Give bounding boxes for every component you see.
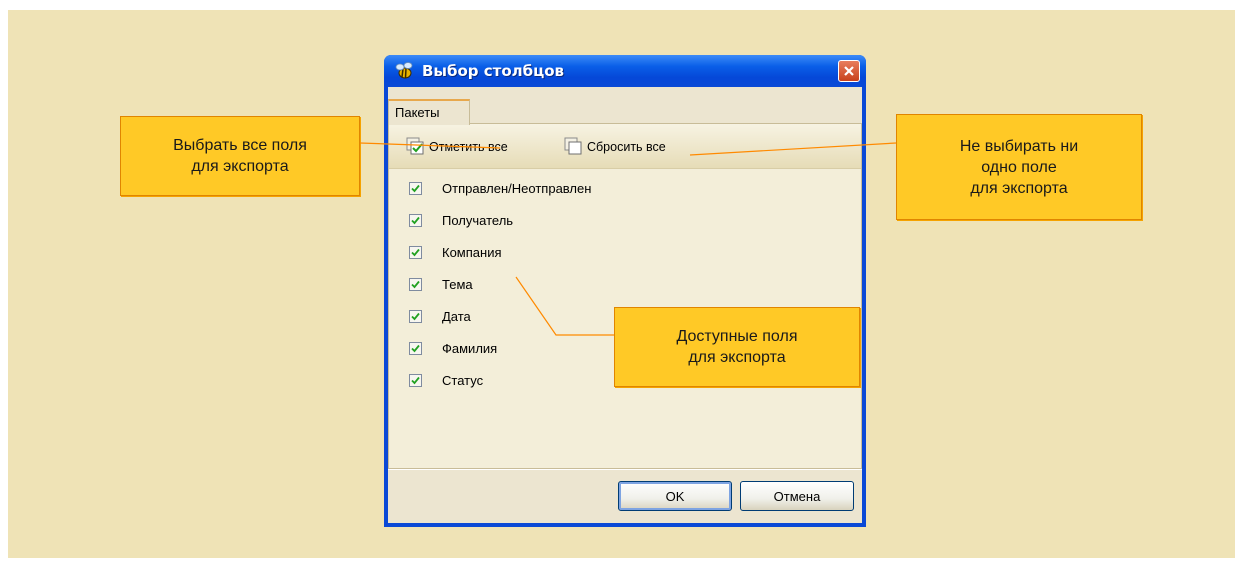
tab-panel: Отметить все Сбросить все Отправлен/Неот… bbox=[388, 123, 862, 469]
callout-reset-all-text: Не выбирать ни одно поле для экспорта bbox=[959, 137, 1079, 197]
callout-available-fields-text: Доступные поля для экспорта bbox=[676, 328, 798, 366]
reset-all-label: Сбросить все bbox=[587, 140, 666, 154]
callout-select-all-text: Выбрать все поля для экспорта bbox=[173, 137, 307, 175]
field-checkbox[interactable] bbox=[409, 213, 422, 227]
checkmark-icon bbox=[411, 280, 420, 288]
tab-packets[interactable]: Пакеты bbox=[388, 99, 470, 125]
field-item[interactable]: Отправлен/Неотправлен bbox=[409, 178, 591, 198]
field-item[interactable]: Статус bbox=[409, 370, 483, 390]
check-all-icon bbox=[406, 137, 424, 155]
checkmark-icon bbox=[411, 184, 420, 192]
field-label: Фамилия bbox=[442, 340, 498, 356]
checkmark-icon bbox=[411, 216, 420, 224]
ok-button[interactable]: OK bbox=[618, 481, 732, 511]
callout-available-fields: Доступные поля для экспорта bbox=[614, 307, 860, 387]
field-checkbox[interactable] bbox=[409, 277, 422, 291]
dialog-client-area: Пакеты Отметить все Сбросить все Отправл… bbox=[388, 87, 862, 523]
field-item[interactable]: Компания bbox=[409, 242, 502, 262]
field-checkbox[interactable] bbox=[409, 245, 422, 259]
field-item[interactable]: Тема bbox=[409, 274, 473, 294]
field-checkbox[interactable] bbox=[409, 373, 422, 387]
field-checkbox[interactable] bbox=[409, 341, 422, 355]
checkmark-icon bbox=[411, 312, 420, 320]
window-title: Выбор столбцов bbox=[422, 62, 565, 80]
select-all-label: Отметить все bbox=[429, 140, 508, 154]
checkmark-icon bbox=[411, 376, 420, 384]
tab-label: Пакеты bbox=[395, 105, 440, 120]
field-checkbox[interactable] bbox=[409, 309, 422, 323]
reset-all-button[interactable]: Сбросить все bbox=[563, 136, 666, 158]
checkmark-icon bbox=[411, 248, 420, 256]
field-item[interactable]: Фамилия bbox=[409, 338, 497, 358]
title-bar[interactable]: Выбор столбцов bbox=[384, 55, 866, 87]
callout-reset-all: Не выбирать ни одно поле для экспорта bbox=[896, 114, 1142, 220]
field-item[interactable]: Дата bbox=[409, 306, 471, 326]
field-item[interactable]: Получатель bbox=[409, 210, 513, 230]
field-label: Отправлен/Неотправлен bbox=[442, 180, 592, 196]
checkmark-icon bbox=[411, 344, 420, 352]
field-checkbox[interactable] bbox=[409, 181, 422, 195]
field-label: Компания bbox=[442, 244, 502, 260]
select-all-button[interactable]: Отметить все bbox=[405, 136, 508, 158]
column-selection-dialog: Выбор столбцов Пакеты Отметить все Сброс… bbox=[384, 55, 866, 527]
field-label: Статус bbox=[442, 372, 484, 388]
cancel-button[interactable]: Отмена bbox=[740, 481, 854, 511]
uncheck-all-icon bbox=[564, 137, 582, 155]
footer-divider bbox=[388, 469, 862, 470]
bee-app-icon bbox=[395, 62, 413, 79]
close-button[interactable] bbox=[838, 60, 860, 82]
callout-select-all: Выбрать все поля для экспорта bbox=[120, 116, 360, 196]
field-label: Получатель bbox=[442, 212, 514, 228]
close-icon bbox=[844, 66, 854, 76]
toolbar: Отметить все Сбросить все bbox=[389, 124, 861, 169]
field-label: Тема bbox=[442, 276, 473, 292]
field-label: Дата bbox=[442, 308, 471, 324]
